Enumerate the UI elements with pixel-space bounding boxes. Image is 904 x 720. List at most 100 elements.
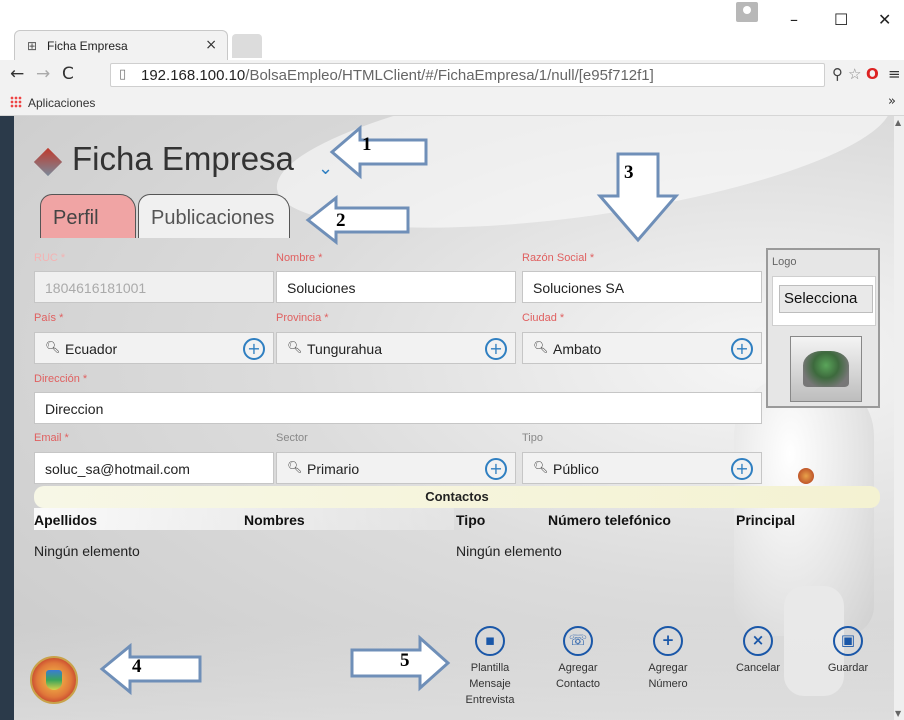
plus-icon: + [653,626,683,656]
add-pais-icon[interactable]: + [243,338,265,360]
annotation-arrow-4 [99,642,202,696]
page-scrollbar[interactable]: ▲ ▼ [894,116,904,720]
ruc-field: 1804616181001 [34,271,274,303]
col-apellidos[interactable]: Apellidos [34,512,97,528]
bookmarks-bar: Aplicaciones » [0,90,904,116]
razon-social-field[interactable]: Soluciones SA [522,271,762,303]
search-icon: 🔍︎ [533,340,549,354]
plantilla-line-1: Plantilla [470,662,510,674]
url-path: /BolsaEmpleo/HTMLClient/#/FichaEmpresa/1… [245,67,654,84]
reload-icon[interactable]: C [62,64,74,84]
address-bar[interactable]: ▯ 192.168.100.10/BolsaEmpleo/HTMLClient/… [110,63,825,87]
page-info-icon[interactable]: ▯ [119,67,126,82]
cancel-icon: × [743,626,773,656]
ciudad-label: Ciudad * [522,312,565,324]
email-label: Email * [34,432,69,444]
new-tab-button[interactable] [232,34,262,58]
bookmarks-more-icon[interactable]: » [888,94,896,109]
annotation-number-5: 5 [400,650,410,671]
scroll-down-icon[interactable]: ▼ [895,709,901,718]
seal-shield-icon [46,670,62,690]
url-text: 192.168.100.10/BolsaEmpleo/HTMLClient/#/… [141,67,654,84]
add-tipo-icon[interactable]: + [731,458,753,480]
ruc-label: RUC * [34,252,66,264]
agregar-numero-line-1: Agregar [648,662,688,674]
search-icon: 🔍︎ [45,340,61,354]
logo-label: Logo [772,256,797,268]
contactos-header: Contactos [34,486,880,508]
back-icon[interactable]: ← [10,64,24,84]
add-ciudad-icon[interactable]: + [731,338,753,360]
pais-label: País * [34,312,64,324]
nombre-field[interactable]: Soluciones [276,271,516,303]
col-numero-telefonico[interactable]: Número telefónico [548,512,671,528]
guardar-button[interactable]: ▣ Guardar [812,626,884,676]
tab-close-icon[interactable]: × [205,37,217,53]
close-window-button[interactable]: ✕ [878,10,891,29]
agregar-contacto-label: Agregar Contacto [542,660,614,692]
col-tipo[interactable]: Tipo [456,512,485,528]
forward-icon[interactable]: → [36,64,50,84]
minimize-button[interactable]: – [790,10,798,29]
sector-value: Primario [307,461,360,477]
empty-numeros-list: Ningún elemento [456,543,562,559]
app-page: Ficha Empresa ⌄ Perfil Publicaciones RUC… [14,116,894,720]
pais-value: Ecuador [65,341,118,357]
tab-perfil[interactable]: Perfil [40,194,136,238]
page-form-icon: ⊞ [27,39,38,53]
browser-toolbar: ← → C ▯ 192.168.100.10/BolsaEmpleo/HTMLC… [0,60,904,90]
search-icon: 🔍︎ [533,460,549,474]
menu-icon[interactable]: ≡ [888,65,901,83]
pais-lookup[interactable]: 🔍︎ Ecuador + [34,332,274,364]
provincia-label: Provincia * [276,312,329,324]
agregar-numero-button[interactable]: + Agregar Número [632,626,704,692]
extension-icon[interactable]: ⚲ [832,65,843,83]
logo-upload: Selecciona [772,276,876,326]
col-principal[interactable]: Principal [736,512,795,528]
annotation-number-4: 4 [132,656,142,677]
agregar-contacto-line-2: Contacto [555,678,601,690]
annotation-number-1: 1 [362,134,372,155]
search-icon: 🔍︎ [287,460,303,474]
direccion-field[interactable]: Direccion [34,392,762,424]
apps-grid-icon[interactable] [10,96,22,108]
annotation-arrow-1 [329,124,428,180]
cancelar-label: Cancelar [735,662,781,674]
profile-icon[interactable] [736,2,758,22]
select-logo-button[interactable]: Selecciona [779,285,873,313]
provincia-value: Tungurahua [307,341,382,357]
add-provincia-icon[interactable]: + [485,338,507,360]
search-icon: 🔍︎ [287,340,303,354]
plantilla-line-2: Mensaje [469,678,511,690]
scroll-up-icon[interactable]: ▲ [895,118,901,127]
institution-seal-logo [30,656,78,704]
page-title: Ficha Empresa [72,140,294,177]
provincia-lookup[interactable]: 🔍︎ Tungurahua + [276,332,516,364]
empty-nombres-list: Ningún elemento [34,543,140,559]
tab-publicaciones[interactable]: Publicaciones [138,194,290,238]
bookmark-star-icon[interactable]: ☆ [848,65,861,83]
guardar-label: Guardar [827,662,869,674]
agregar-contacto-button[interactable]: ☏ Agregar Contacto [542,626,614,692]
maximize-button[interactable]: ☐ [834,10,848,29]
logo-panel: Logo Selecciona [766,248,880,408]
annotation-arrow-2 [305,194,410,246]
bookmark-apps[interactable]: Aplicaciones [28,96,95,110]
url-host: 192.168.100.10 [141,67,246,84]
agregar-numero-label: Agregar Número [632,660,704,692]
opera-icon[interactable]: O [866,65,879,83]
chat-icon: ▪ [475,626,505,656]
save-icon: ▣ [833,626,863,656]
direccion-label: Dirección * [34,373,88,385]
browser-tab[interactable]: ⊞ Ficha Empresa × [14,30,228,60]
col-nombres[interactable]: Nombres [244,512,305,528]
add-sector-icon[interactable]: + [485,458,507,480]
sector-lookup[interactable]: 🔍︎ Primario + [276,452,516,484]
plantilla-line-3: Entrevista [465,694,515,706]
annotation-arrow-3 [596,152,680,243]
ciudad-lookup[interactable]: 🔍︎ Ambato + [522,332,762,364]
tipo-lookup[interactable]: 🔍︎ Público + [522,452,762,484]
email-field[interactable]: soluc_sa@hotmail.com [34,452,274,484]
cancelar-button[interactable]: × Cancelar [722,626,794,676]
plantilla-mensaje-button[interactable]: ▪ Plantilla Mensaje Entrevista [454,626,526,708]
